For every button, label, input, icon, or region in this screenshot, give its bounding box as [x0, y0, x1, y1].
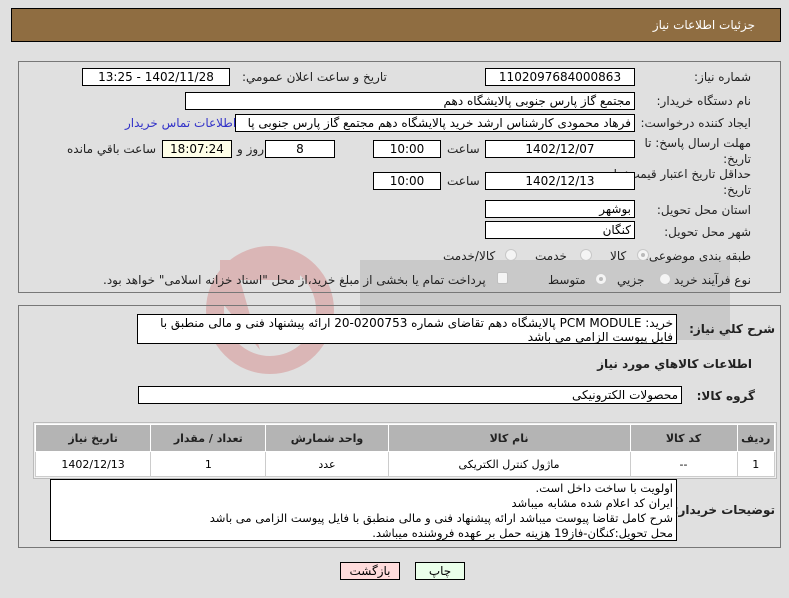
- goods-group-field: محصولات الکترونيکی: [138, 386, 682, 404]
- days-remaining-field: 8: [265, 140, 335, 158]
- requester-label: ايجاد کننده درخواست:: [640, 116, 751, 130]
- category-radio-both[interactable]: [505, 249, 517, 261]
- print-button[interactable]: چاپ: [415, 562, 465, 580]
- col-name: نام کالا: [387, 424, 631, 452]
- process-option-small: جزيي: [617, 273, 645, 287]
- buyer-note-line: ایران کد اعلام شده مشابه میباشد: [511, 496, 673, 510]
- process-radio-small[interactable]: [659, 273, 671, 285]
- category-label: طبقه بندی موضوعی:: [644, 249, 751, 263]
- page-header: جزئيات اطلاعات نياز: [11, 8, 781, 42]
- col-date: تاريخ نياز: [34, 424, 152, 452]
- buyer-note-line: شرح کامل تقاضا پیوست میباشد ارائه پیشنها…: [209, 511, 673, 525]
- validity-time-label: ساعت: [447, 174, 480, 188]
- remaining-time-field: 18:07:24: [162, 140, 232, 158]
- buyer-note-line: اولویت با ساخت داخل است.: [535, 481, 673, 495]
- page-title: جزئيات اطلاعات نياز: [652, 18, 755, 32]
- city-label: شهر محل تحويل:: [664, 225, 751, 239]
- announce-field: 1402/11/28 - 13:25: [82, 68, 230, 86]
- buyer-contact-link[interactable]: اطلاعات تماس خريدار: [125, 116, 236, 130]
- col-qty: تعداد / مقدار: [150, 424, 267, 452]
- goods-table: رديف کد کالا نام کالا واحد شمارش تعداد /…: [34, 424, 776, 477]
- col-unit: واحد شمارش: [265, 424, 389, 452]
- province-label: استان محل تحويل:: [656, 203, 751, 217]
- buyer-org-field: مجتمع گاز پارس جنوبی پالایشگاه دهم: [185, 92, 635, 110]
- summary-label: شرح کلي نياز:: [689, 322, 775, 336]
- validity-date-field: 1402/12/13: [485, 172, 635, 190]
- cell-code: --: [629, 451, 738, 477]
- cell-name: ماژول کنترل الکتریکی: [387, 451, 631, 477]
- deadline-label-2: تاريخ:: [723, 152, 751, 166]
- deadline-date-field: 1402/12/07: [485, 140, 635, 158]
- buyer-org-label: نام دستگاه خريدار:: [656, 94, 752, 108]
- buyer-note-line: محل تحویل:کنگان-فاز19 هزینه حمل بر عهده …: [372, 526, 673, 540]
- validity-label-2: تاريخ:: [723, 183, 751, 197]
- back-button[interactable]: بازگشت: [340, 562, 400, 580]
- requester-field: فرهاد محمودی کارشناس ارشد خرید پالایشگاه…: [235, 114, 635, 132]
- buyer-notes-label: توضيحات خريدار:: [673, 503, 775, 517]
- province-field: بوشهر: [485, 200, 635, 218]
- cell-date: 1402/12/13: [34, 451, 152, 477]
- cell-unit: عدد: [265, 451, 389, 477]
- table-header-row: رديف کد کالا نام کالا واحد شمارش تعداد /…: [34, 424, 776, 452]
- process-radio-medium[interactable]: [595, 273, 607, 285]
- treasury-note: پرداخت تمام يا بخشی از مبلغ خريد،از محل …: [103, 273, 486, 287]
- city-field: کنگان: [485, 221, 635, 239]
- goods-table-wrap: رديف کد کالا نام کالا واحد شمارش تعداد /…: [33, 422, 777, 479]
- cell-row: 1: [736, 451, 776, 477]
- announce-label: تاريخ و ساعت اعلان عمومي:: [242, 70, 387, 84]
- deadline-time-field: 10:00: [373, 140, 441, 158]
- cell-qty: 1: [150, 451, 267, 477]
- goods-group-label: گروه کالا:: [696, 389, 755, 403]
- category-option-goods: کالا: [610, 249, 627, 263]
- category-option-service: خدمت: [535, 249, 567, 263]
- process-option-medium: متوسط: [548, 273, 586, 287]
- category-option-both: کالا/خدمت: [443, 249, 496, 263]
- buyer-notes-textarea[interactable]: اولویت با ساخت داخل است. ایران کد اعلام …: [50, 479, 677, 541]
- remaining-label: ساعت باقي مانده: [67, 142, 157, 156]
- summary-textarea[interactable]: خريد: PCM MODULE پالایشگاه دهم تقاضای شم…: [137, 314, 677, 344]
- need-number-label: شماره نياز:: [694, 70, 751, 84]
- need-number-field: 1102097684000863: [485, 68, 635, 86]
- col-row: رديف: [736, 424, 776, 452]
- goods-section-title: اطلاعات کالاهاي مورد نياز: [597, 357, 752, 371]
- table-row: 1 -- ماژول کنترل الکتریکی عدد 1 1402/12/…: [34, 451, 776, 477]
- category-radio-goods[interactable]: [637, 249, 649, 261]
- category-radio-service[interactable]: [580, 249, 592, 261]
- validity-time-field: 10:00: [373, 172, 441, 190]
- process-label: نوع فرآيند خريد :: [666, 273, 751, 287]
- col-code: کد کالا: [629, 424, 738, 452]
- treasury-checkbox[interactable]: [497, 272, 508, 284]
- deadline-label: مهلت ارسال پاسخ: تا: [644, 136, 751, 150]
- deadline-time-label: ساعت: [447, 142, 480, 156]
- days-label: روز و: [237, 142, 264, 156]
